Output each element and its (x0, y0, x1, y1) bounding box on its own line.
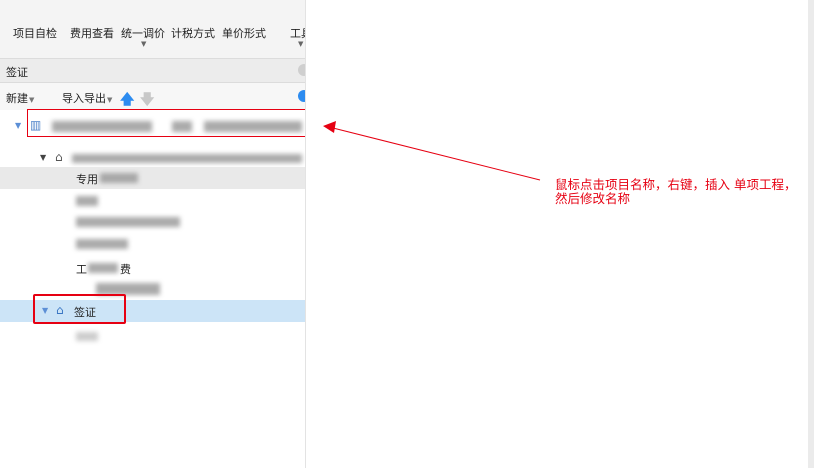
annotation-text: 鼠标点击项目名称，右键，插入 单项工程，然后修改名称 (555, 177, 797, 206)
callout-arrow (323, 121, 541, 181)
